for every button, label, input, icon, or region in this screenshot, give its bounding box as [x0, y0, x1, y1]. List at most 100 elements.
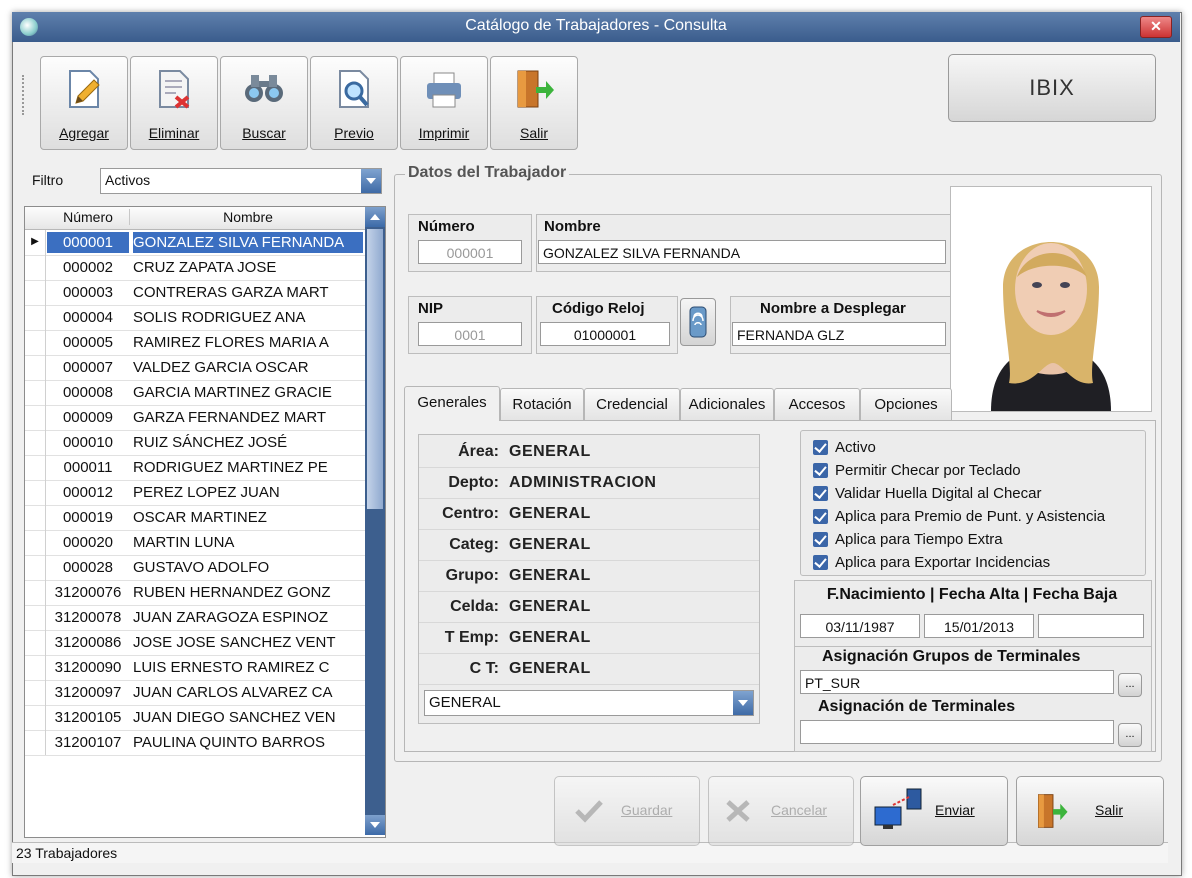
cell-numero: 000001 — [47, 232, 129, 253]
salir-button[interactable]: Salir — [1016, 776, 1164, 846]
portrait-image — [951, 187, 1151, 411]
table-row[interactable]: 000011 RODRIGUEZ MARTINEZ PE — [25, 455, 365, 481]
table-row[interactable]: 31200086 JOSE JOSE SANCHEZ VENT — [25, 630, 365, 656]
eliminar-button[interactable]: Eliminar — [130, 56, 218, 150]
fecha-alta-field[interactable]: 15/01/2013 — [924, 614, 1034, 638]
nip-field[interactable]: 0001 — [418, 322, 522, 346]
scroll-up-icon[interactable] — [365, 207, 385, 227]
enviar-button[interactable]: Enviar — [860, 776, 1008, 846]
eliminar-label: Eliminar — [148, 125, 200, 141]
tab-rotacion[interactable]: Rotación — [500, 388, 584, 421]
table-row[interactable]: 000008 GARCIA MARTINEZ GRACIE — [25, 380, 365, 406]
table-row[interactable]: 000010 RUIZ SÁNCHEZ JOSÉ — [25, 430, 365, 456]
row-indicator — [25, 280, 46, 305]
table-row[interactable]: 000002 CRUZ ZAPATA JOSE — [25, 255, 365, 281]
tab-adicionales[interactable]: Adicionales — [680, 388, 774, 421]
table-row[interactable]: 000028 GUSTAVO ADOLFO — [25, 555, 365, 581]
table-row[interactable]: 31200097 JUAN CARLOS ALVAREZ CA — [25, 680, 365, 706]
cell-nombre: RODRIGUEZ MARTINEZ PE — [133, 459, 328, 476]
ibix-button[interactable]: IBIX — [948, 54, 1156, 122]
info-key: C T: — [469, 660, 499, 677]
table-row[interactable]: 000012 PEREZ LOPEZ JUAN — [25, 480, 365, 506]
cell-numero: 000004 — [62, 309, 114, 326]
table-row[interactable]: 31200076 RUBEN HERNANDEZ GONZ — [25, 580, 365, 606]
scroll-down-icon[interactable] — [365, 815, 385, 835]
fingerprint-button[interactable] — [680, 298, 716, 346]
agregar-label: Agregar — [59, 125, 109, 141]
info-value: GENERAL — [509, 443, 591, 460]
checkbox-checked-icon[interactable] — [813, 463, 828, 478]
table-row[interactable]: ▶ 000001 GONZALEZ SILVA FERNANDA — [25, 230, 365, 256]
table-row[interactable]: 000004 SOLIS RODRIGUEZ ANA — [25, 305, 365, 331]
checkbox-checked-icon[interactable] — [813, 555, 828, 570]
table-row[interactable]: 000003 CONTRERAS GARZA MART — [25, 280, 365, 306]
generales-select[interactable]: GENERAL — [424, 690, 754, 716]
filter-select[interactable]: Activos — [100, 168, 382, 194]
checkbox-checked-icon[interactable] — [813, 532, 828, 547]
previo-button[interactable]: Previo — [310, 56, 398, 150]
table-row[interactable]: 31200107 PAULINA QUINTO BARROS — [25, 730, 365, 756]
info-value: GENERAL — [509, 505, 591, 522]
asign-terminales-field[interactable] — [800, 720, 1114, 744]
info-row: C T: GENERAL — [419, 654, 759, 685]
checkbox-label: Aplica para Exportar Incidencias — [835, 554, 1051, 571]
cell-numero: 000009 — [62, 409, 114, 426]
desplegar-field[interactable]: FERNANDA GLZ — [732, 322, 946, 346]
cancelar-button[interactable]: Cancelar — [708, 776, 854, 846]
chevron-down-icon[interactable] — [733, 691, 753, 715]
table-row[interactable]: 000007 VALDEZ GARCIA OSCAR — [25, 355, 365, 381]
fecha-nacimiento-field[interactable]: 03/11/1987 — [800, 614, 920, 638]
row-indicator — [25, 405, 46, 430]
agregar-button[interactable]: Agregar — [40, 56, 128, 150]
imprimir-label: Imprimir — [418, 125, 470, 141]
cell-numero: 000005 — [62, 334, 114, 351]
imprimir-button[interactable]: Imprimir — [400, 56, 488, 150]
reloj-field[interactable]: 01000001 — [540, 322, 670, 346]
workers-grid[interactable]: Número Nombre ▶ 000001 GONZALEZ SILVA FERN… — [24, 206, 386, 838]
checkbox-checked-icon[interactable] — [813, 509, 828, 524]
fecha-baja-field[interactable] — [1038, 614, 1144, 638]
fingerprint-icon — [689, 306, 707, 338]
chevron-down-icon[interactable] — [361, 169, 381, 193]
toolbar-grip[interactable] — [22, 75, 26, 115]
tab-accesos[interactable]: Accesos — [774, 388, 860, 421]
info-value: ADMINISTRACION — [509, 474, 657, 491]
window-title: Catálogo de Trabajadores - Consulta — [465, 17, 727, 34]
guardar-button[interactable]: Guardar — [554, 776, 700, 846]
asign-grupos-browse-button[interactable]: ... — [1118, 673, 1142, 697]
column-numero[interactable]: Número — [47, 209, 130, 225]
row-indicator — [25, 655, 46, 680]
info-value: GENERAL — [509, 660, 591, 677]
filter-value: Activos — [105, 172, 151, 188]
column-nombre[interactable]: Nombre — [131, 209, 365, 225]
cell-numero: 000011 — [63, 459, 113, 476]
table-row[interactable]: 31200105 JUAN DIEGO SANCHEZ VEN — [25, 705, 365, 731]
tab-opciones[interactable]: Opciones — [860, 388, 952, 421]
table-row[interactable]: 000005 RAMIREZ FLORES MARIA A — [25, 330, 365, 356]
cell-numero: 31200078 — [54, 609, 122, 626]
salir-toolbar-button[interactable]: Salir — [490, 56, 578, 150]
close-button[interactable]: ✕ — [1140, 16, 1172, 38]
numero-field[interactable]: 000001 — [418, 240, 522, 264]
row-indicator — [25, 730, 46, 755]
table-row[interactable]: 31200078 JUAN ZARAGOZA ESPINOZ — [25, 605, 365, 631]
table-row[interactable]: 000020 MARTIN LUNA — [25, 530, 365, 556]
asign-terminales-browse-button[interactable]: ... — [1118, 723, 1142, 747]
row-indicator — [25, 680, 46, 705]
nombre-field[interactable]: GONZALEZ SILVA FERNANDA — [538, 240, 946, 264]
table-row[interactable]: 31200090 LUIS ERNESTO RAMIREZ C — [25, 655, 365, 681]
row-indicator — [25, 605, 46, 630]
table-row[interactable]: 000019 OSCAR MARTINEZ — [25, 505, 365, 531]
buscar-button[interactable]: Buscar — [220, 56, 308, 150]
table-row[interactable]: 000009 GARZA FERNANDEZ MART — [25, 405, 365, 431]
checkbox-checked-icon[interactable] — [813, 486, 828, 501]
generales-info: Área: GENERAL Depto: ADMINISTRACION Centro: G… — [418, 434, 760, 724]
grid-scrollbar[interactable] — [365, 207, 385, 835]
scroll-thumb[interactable] — [367, 229, 383, 509]
asign-grupos-field[interactable]: PT_SUR — [800, 670, 1114, 694]
filter-label: Filtro — [32, 172, 64, 188]
tab-generales[interactable]: Generales — [404, 386, 500, 421]
tab-credencial[interactable]: Credencial — [584, 388, 680, 421]
checkbox-checked-icon[interactable] — [813, 440, 828, 455]
row-indicator — [25, 530, 46, 555]
